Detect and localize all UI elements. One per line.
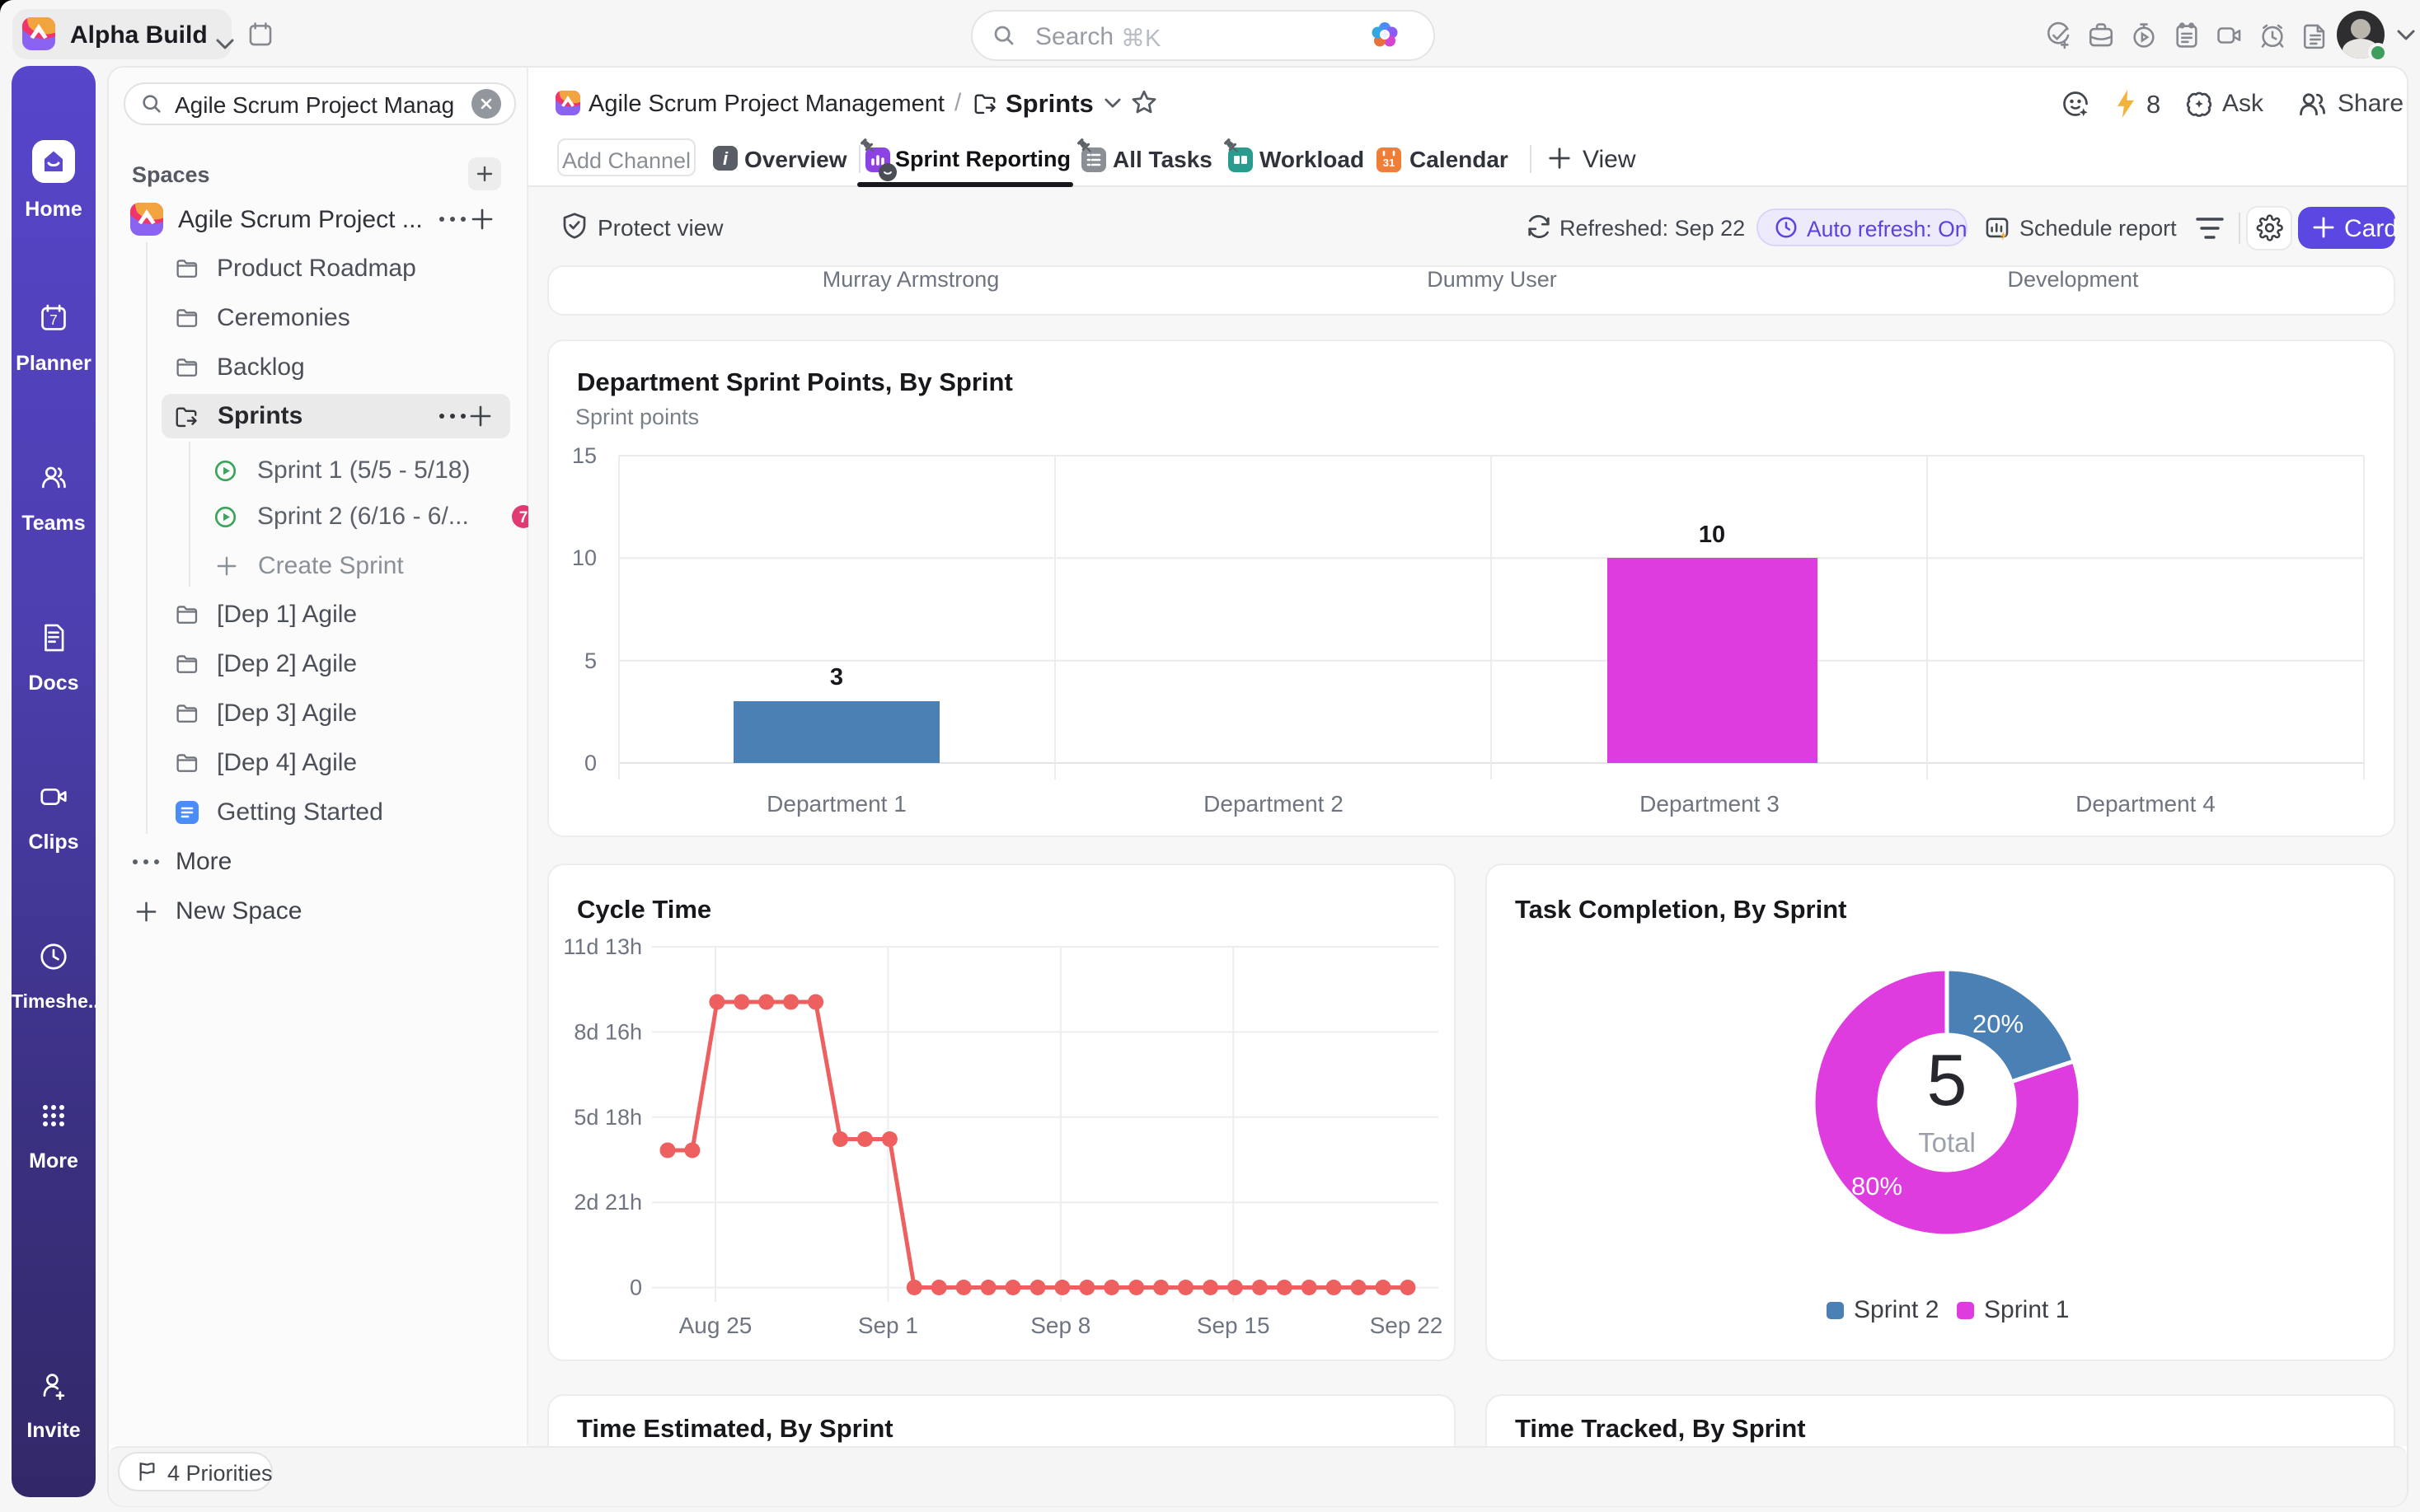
svg-text:5d 18h: 5d 18h [574,1105,642,1130]
svg-text:31: 31 [1383,157,1395,169]
svg-text:5: 5 [1927,1039,1967,1121]
svg-text:Department 4: Department 4 [2075,791,2216,817]
svg-text:3: 3 [830,664,843,690]
svg-text:Sep 15: Sep 15 [1197,1313,1270,1338]
svg-text:0: 0 [630,1276,642,1300]
svg-text:Aug 25: Aug 25 [679,1313,753,1338]
svg-text:15: 15 [572,443,597,468]
svg-text:Department 2: Department 2 [1203,791,1344,817]
svg-text:10: 10 [572,545,597,570]
svg-text:Department 1: Department 1 [767,791,907,817]
svg-text:5: 5 [584,648,597,673]
svg-text:Sprint 2: Sprint 2 [1854,1296,1939,1323]
svg-text:8d 16h: 8d 16h [574,1019,642,1044]
svg-text:Sep 1: Sep 1 [858,1313,918,1338]
svg-text:11d 13h: 11d 13h [563,934,642,959]
svg-text:10: 10 [1699,522,1725,548]
svg-text:7: 7 [49,311,58,328]
svg-text:2d 21h: 2d 21h [574,1190,642,1215]
svg-text:Department 3: Department 3 [1639,791,1780,817]
svg-text:80%: 80% [1851,1172,1902,1201]
svg-text:Sep 22: Sep 22 [1370,1313,1443,1338]
svg-text:0: 0 [584,751,597,775]
svg-text:Sprint 1: Sprint 1 [1984,1296,2069,1323]
svg-text:Sep 8: Sep 8 [1030,1313,1090,1338]
svg-text:20%: 20% [1972,1009,2024,1038]
svg-text:Total: Total [1918,1127,1976,1158]
